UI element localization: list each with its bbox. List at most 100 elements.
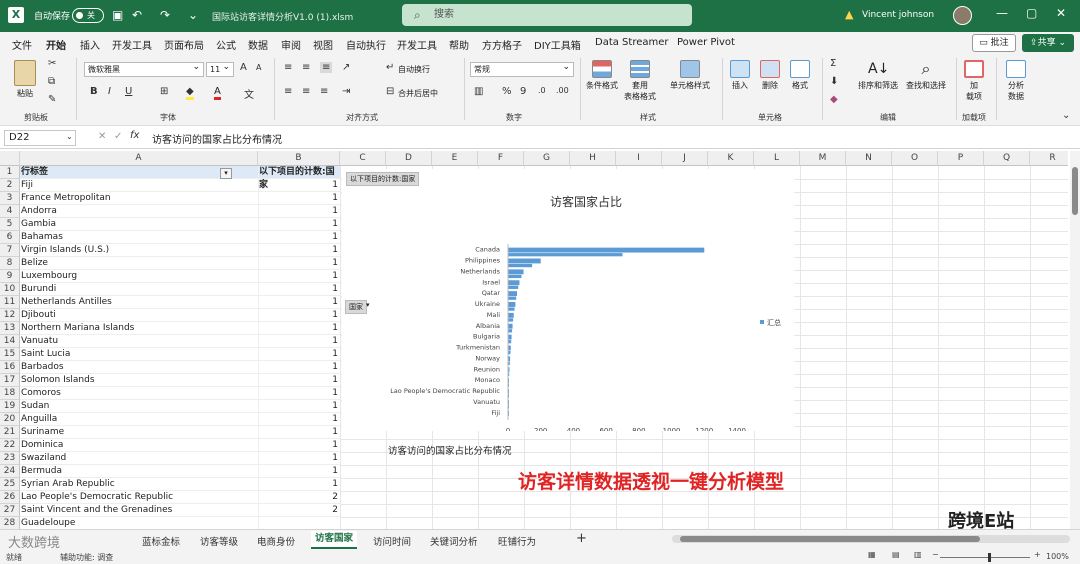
warning-icon[interactable]: ▲ [845, 8, 853, 21]
menu-diy[interactable]: DIY工具箱 [534, 37, 581, 52]
fx-icon[interactable]: fx [130, 130, 139, 141]
pivot-row-count[interactable]: 1 [258, 270, 340, 283]
zoom-slider[interactable] [940, 557, 1030, 558]
row-header[interactable]: 22 [0, 439, 20, 452]
row-header[interactable]: 1 [0, 166, 20, 179]
page-layout-view-icon[interactable]: ▤ [892, 550, 900, 559]
pivot-row-label[interactable]: Saint Vincent and the Grenadines [20, 504, 258, 517]
menu-home[interactable]: 开始 [46, 37, 66, 56]
align-center-icon[interactable]: ≡ [302, 86, 310, 97]
tab-blue-gold[interactable]: 蓝标金标 [142, 534, 180, 548]
pivot-row-label[interactable]: Vanuatu [20, 335, 258, 348]
pivot-row-label[interactable]: Belize [20, 257, 258, 270]
currency-icon[interactable]: ▥ [474, 86, 483, 97]
zoom-in-icon[interactable]: + [1034, 550, 1041, 559]
column-header-g[interactable]: G [524, 151, 570, 166]
pivot-row-label[interactable]: Sudan [20, 400, 258, 413]
row-header[interactable]: 25 [0, 478, 20, 491]
pivot-row-count[interactable]: 1 [258, 309, 340, 322]
maximize-icon[interactable]: ▢ [1026, 6, 1037, 20]
column-header-e[interactable]: E [432, 151, 478, 166]
pivot-row-count[interactable]: 1 [258, 387, 340, 400]
pivot-row-label[interactable]: France Metropolitan [20, 192, 258, 205]
pivot-row-label[interactable]: Northern Mariana Islands [20, 322, 258, 335]
search-input[interactable]: ⌕ 搜索 [402, 4, 692, 26]
avatar[interactable] [953, 6, 972, 25]
pivot-row-count[interactable]: 1 [258, 439, 340, 452]
pivot-row-count[interactable] [258, 517, 340, 529]
row-header[interactable]: 18 [0, 387, 20, 400]
cancel-icon[interactable]: ✕ [98, 131, 106, 142]
menu-data[interactable]: 数据 [248, 37, 268, 52]
pivot-row-label[interactable]: Fiji [20, 179, 258, 192]
font-color-icon[interactable]: A [214, 86, 221, 100]
pivot-row-label[interactable]: Anguilla [20, 413, 258, 426]
menu-page-layout[interactable]: 页面布局 [164, 37, 204, 52]
column-header-f[interactable]: F [478, 151, 524, 166]
row-header[interactable]: 12 [0, 309, 20, 322]
row-header[interactable]: 16 [0, 361, 20, 374]
fill-color-icon[interactable]: ◆ [186, 86, 194, 100]
sort-filter-button[interactable]: A↓ 排序和筛选 [858, 60, 898, 91]
column-header-d[interactable]: D [386, 151, 432, 166]
redo-icon[interactable]: ↷ [160, 8, 170, 22]
analyze-data-button[interactable]: 分析 数据 [1006, 60, 1026, 102]
decrease-font-icon[interactable]: A [256, 63, 261, 72]
pivot-row-label[interactable]: Bahamas [20, 231, 258, 244]
column-header-k[interactable]: K [708, 151, 754, 166]
paste-button[interactable]: 粘贴 [14, 60, 36, 99]
pivot-row-count[interactable]: 1 [258, 296, 340, 309]
zoom-level[interactable]: 100% [1046, 552, 1069, 561]
copy-icon[interactable]: ⧉ [48, 76, 55, 87]
row-header[interactable]: 2 [0, 179, 20, 192]
pivot-row-label[interactable]: Netherlands Antilles [20, 296, 258, 309]
row-header[interactable]: 5 [0, 218, 20, 231]
undo-icon[interactable]: ↶ [132, 8, 142, 22]
pivot-row-count[interactable]: 2 [258, 504, 340, 517]
align-left-icon[interactable]: ≡ [284, 86, 292, 97]
column-header-r[interactable]: R [1030, 151, 1068, 166]
pivot-row-label[interactable]: Suriname [20, 426, 258, 439]
row-header[interactable]: 11 [0, 296, 20, 309]
align-top-icon[interactable]: ≡ [284, 62, 292, 73]
column-header-q[interactable]: Q [984, 151, 1030, 166]
pivot-row-count[interactable]: 1 [258, 426, 340, 439]
pivot-row-count[interactable]: 1 [258, 179, 340, 192]
row-header[interactable]: 28 [0, 517, 20, 529]
align-right-icon[interactable]: ≡ [320, 86, 328, 97]
clear-icon[interactable]: ◆ [830, 94, 838, 105]
autosave-toggle[interactable]: 关 [72, 8, 104, 23]
decrease-decimal-icon[interactable]: .00 [556, 86, 569, 95]
row-header[interactable]: 6 [0, 231, 20, 244]
menu-insert[interactable]: 插入 [80, 37, 100, 52]
pivot-row-count[interactable]: 1 [258, 400, 340, 413]
pivot-row-count[interactable]: 1 [258, 374, 340, 387]
pivot-row-count[interactable]: 2 [258, 491, 340, 504]
pivot-row-count[interactable]: 1 [258, 231, 340, 244]
row-header[interactable]: 24 [0, 465, 20, 478]
menu-data-streamer[interactable]: Data Streamer [595, 37, 669, 48]
column-header-p[interactable]: P [938, 151, 984, 166]
merge-icon[interactable]: ⊟ [386, 86, 394, 97]
pivot-row-count[interactable]: 1 [258, 322, 340, 335]
delete-cells-button[interactable]: 删除 [760, 60, 780, 91]
pivot-row-label[interactable]: Comoros [20, 387, 258, 400]
accessibility-status[interactable]: 辅助功能: 调查 [60, 552, 113, 563]
page-break-view-icon[interactable]: ▥ [914, 550, 922, 559]
horizontal-scrollbar[interactable] [672, 535, 1070, 543]
pivot-row-count[interactable]: 1 [258, 192, 340, 205]
name-box-dropdown-icon[interactable]: ⌄ [66, 132, 73, 141]
tab-keyword-analysis[interactable]: 关键词分析 [430, 534, 478, 548]
border-icon[interactable]: ⊞ [160, 86, 168, 97]
pivot-row-count[interactable]: 1 [258, 257, 340, 270]
cell-style-button[interactable]: 单元格样式 [670, 60, 710, 91]
pivot-header-count[interactable]: 以下项目的计数:国家 [258, 166, 340, 190]
format-painter-icon[interactable]: ✎ [48, 94, 56, 105]
increase-decimal-icon[interactable]: .0 [538, 86, 546, 95]
row-header[interactable]: 19 [0, 400, 20, 413]
orientation-icon[interactable]: ↗ [342, 62, 350, 73]
pivot-row-count[interactable]: 1 [258, 478, 340, 491]
pivot-row-label[interactable]: Virgin Islands (U.S.) [20, 244, 258, 257]
chart-axis-field-button[interactable]: 国家 [345, 300, 367, 314]
format-as-table-button[interactable]: 套用 表格格式 [624, 60, 656, 102]
